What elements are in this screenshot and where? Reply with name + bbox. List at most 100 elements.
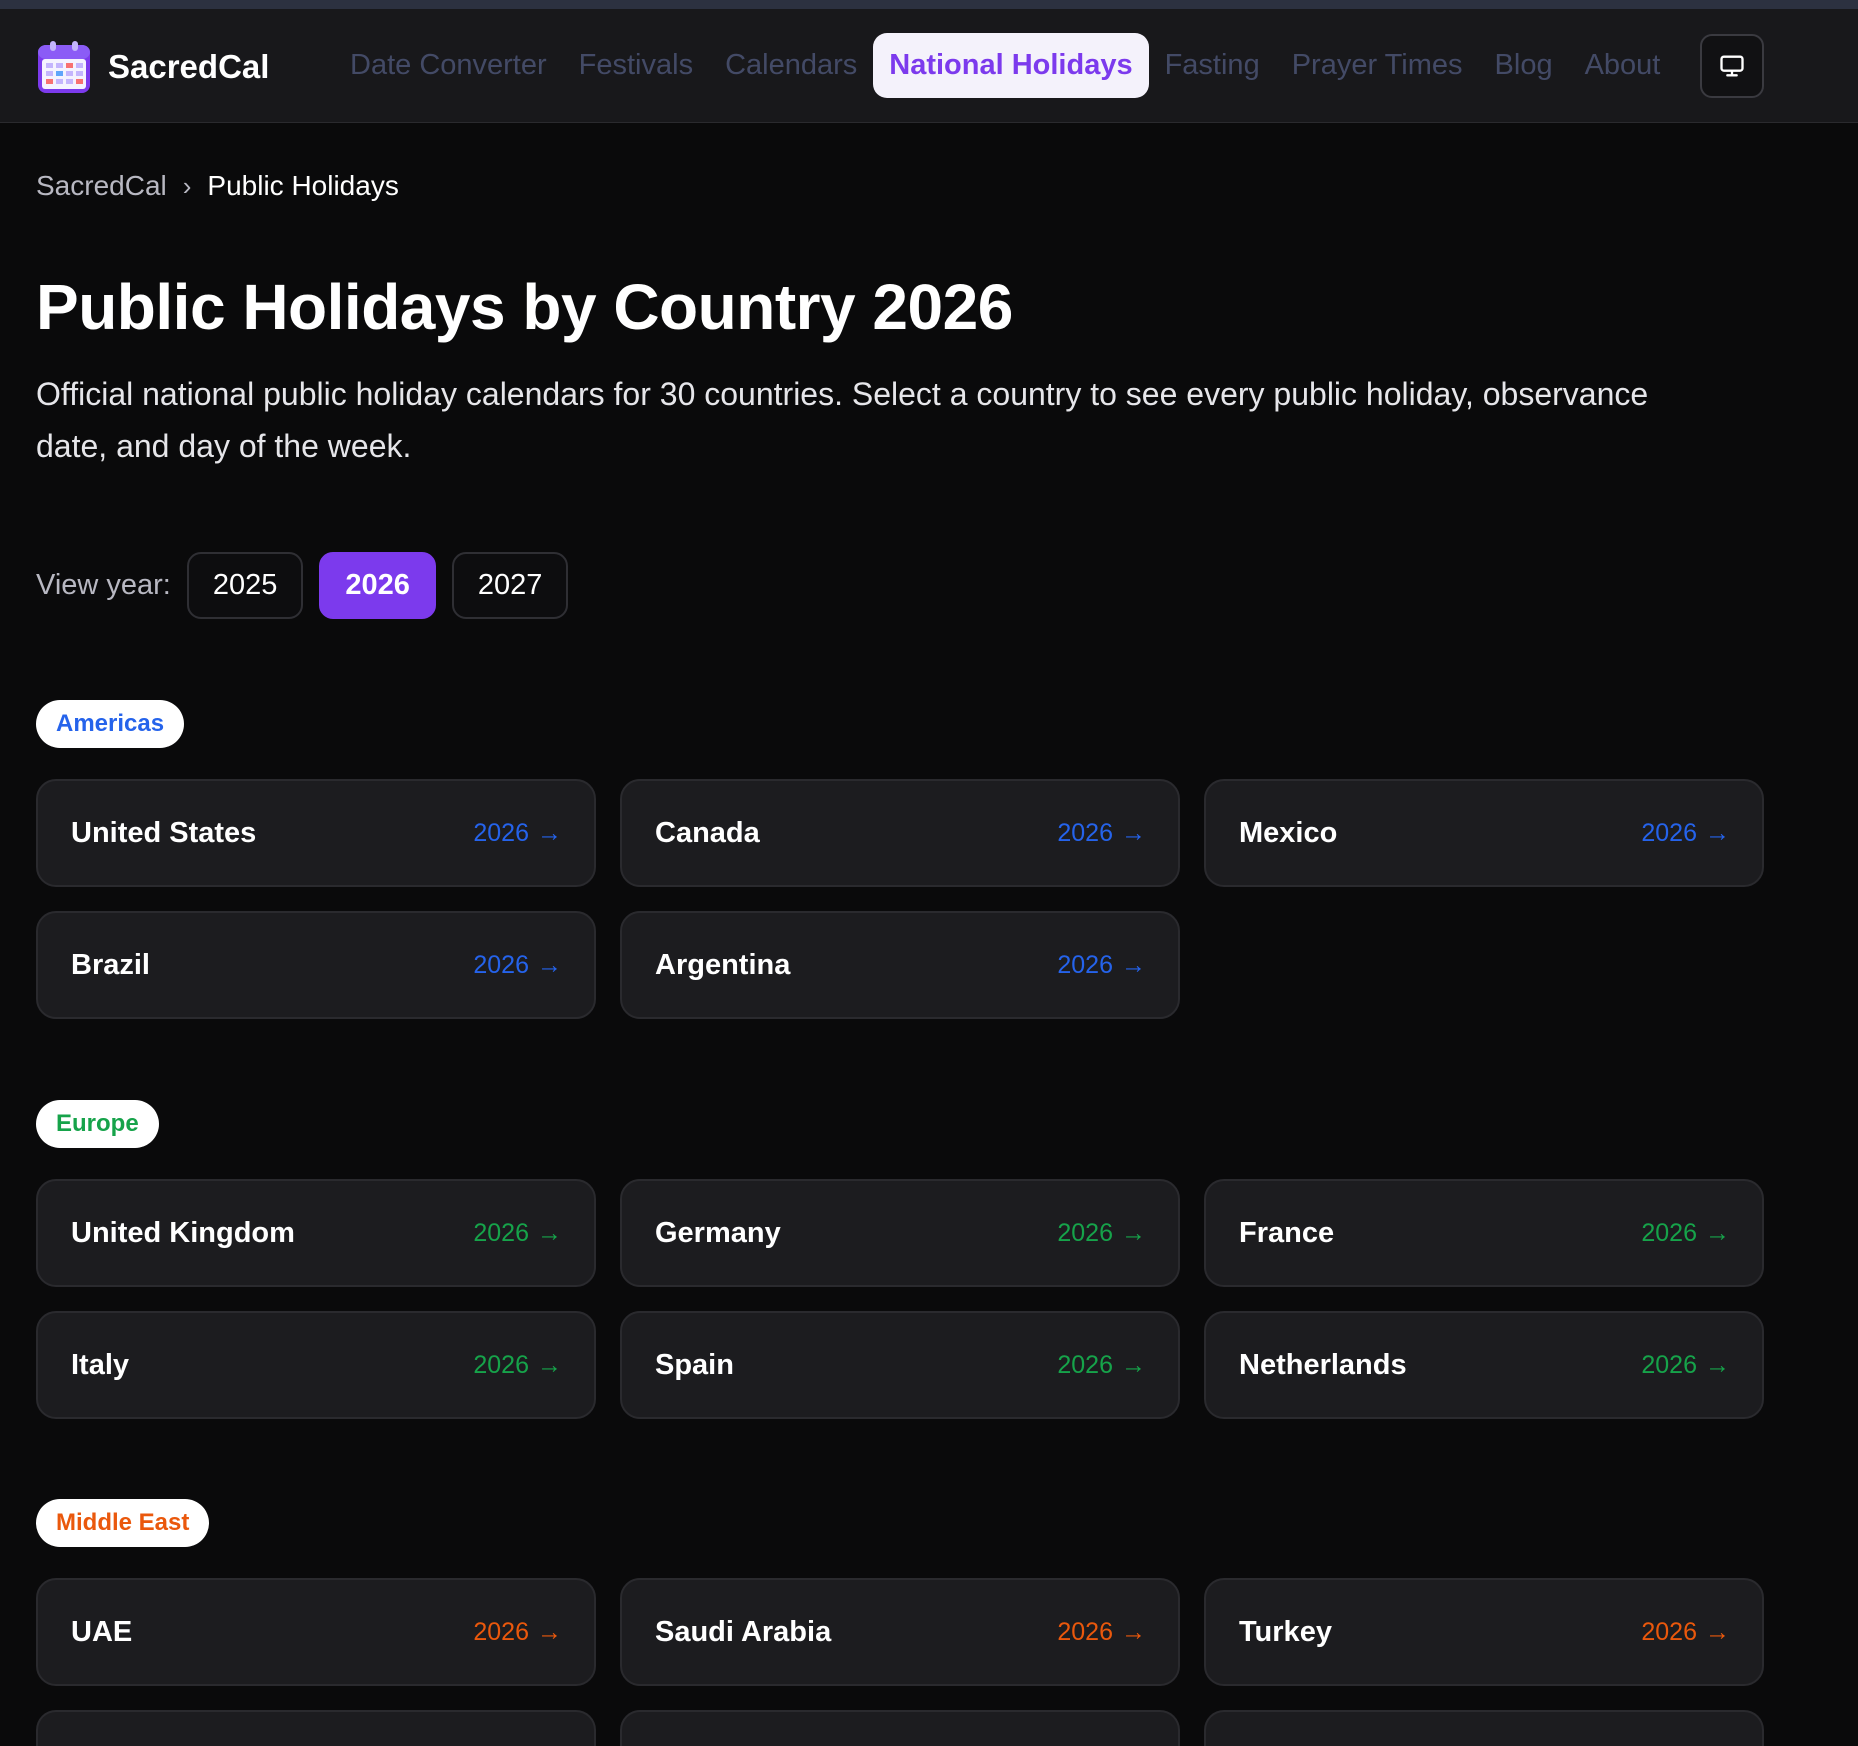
country-name: UAE <box>71 1615 133 1648</box>
page-description: Official national public holiday calenda… <box>36 376 1649 464</box>
calendar-logo-icon <box>38 41 90 93</box>
country-year: 2026 <box>1641 1218 1697 1247</box>
country-year-link: 2026 → <box>1057 1618 1146 1647</box>
country-card-brazil[interactable]: Brazil 2026 → <box>36 911 596 1019</box>
arrow-right-icon: → <box>1121 950 1146 979</box>
country-year-link: 2026 → <box>473 819 562 848</box>
country-name: Spain <box>655 1348 734 1381</box>
arrow-right-icon: → <box>1705 1218 1730 1247</box>
country-year: 2026 <box>1057 1617 1113 1646</box>
region-badge-europe: Europe <box>36 1100 159 1148</box>
country-year: 2026 <box>473 950 529 979</box>
country-year-link: 2026 → <box>473 1618 562 1647</box>
country-card-united-kingdom[interactable]: United Kingdom 2026 → <box>36 1179 596 1287</box>
country-card-partial[interactable] <box>620 1710 1180 1746</box>
country-card-netherlands[interactable]: Netherlands 2026 → <box>1204 1311 1764 1419</box>
monitor-icon <box>1720 55 1744 77</box>
country-card-mexico[interactable]: Mexico 2026 → <box>1204 779 1764 887</box>
region-badge-middle-east: Middle East <box>36 1499 210 1547</box>
breadcrumb-separator: › <box>182 170 192 201</box>
country-name: Argentina <box>655 948 791 981</box>
country-year: 2026 <box>1057 1350 1113 1379</box>
logo[interactable]: SacredCal <box>36 39 269 95</box>
country-year-link: 2026 → <box>1057 1351 1146 1380</box>
country-year-link: 2026 → <box>1641 819 1730 848</box>
nav-date-converter[interactable]: Date Converter <box>334 35 563 96</box>
country-card-france[interactable]: France 2026 → <box>1204 1179 1764 1287</box>
country-year-link: 2026 → <box>1641 1219 1730 1248</box>
country-year: 2026 <box>1641 1350 1697 1379</box>
country-name: Germany <box>655 1216 781 1249</box>
arrow-right-icon: → <box>1705 1350 1730 1379</box>
country-card-united-states[interactable]: United States 2026 → <box>36 779 596 887</box>
country-name: Netherlands <box>1239 1348 1407 1381</box>
nav-prayer-times[interactable]: Prayer Times <box>1276 35 1479 96</box>
arrow-right-icon: → <box>537 818 562 847</box>
arrow-right-icon: → <box>1121 1218 1146 1247</box>
year-button-2025[interactable]: 2025 <box>186 552 304 619</box>
country-card-turkey[interactable]: Turkey 2026 → <box>1204 1578 1764 1686</box>
country-card-germany[interactable]: Germany 2026 → <box>620 1179 1180 1287</box>
breadcrumb: SacredCal › Public Holidays <box>36 170 399 202</box>
country-name: United Kingdom <box>71 1216 295 1249</box>
nav-blog[interactable]: Blog <box>1479 35 1569 96</box>
country-card-argentina[interactable]: Argentina 2026 → <box>620 911 1180 1019</box>
country-year: 2026 <box>473 1617 529 1646</box>
nav-calendars[interactable]: Calendars <box>709 35 873 96</box>
region-badge-americas: Americas <box>36 700 185 748</box>
breadcrumb-home[interactable]: SacredCal <box>36 170 167 202</box>
nav-festivals[interactable]: Festivals <box>563 35 709 96</box>
country-name: Saudi Arabia <box>655 1615 832 1648</box>
year-selector: View year: 2025 2026 2027 <box>36 552 584 619</box>
country-name: Turkey <box>1239 1615 1332 1648</box>
nav-fasting[interactable]: Fasting <box>1149 35 1276 96</box>
arrow-right-icon: → <box>537 950 562 979</box>
year-label: View year: <box>36 569 171 601</box>
site-header: SacredCal Date Converter Festivals Calen… <box>0 9 1858 123</box>
country-name: United States <box>71 816 257 849</box>
arrow-right-icon: → <box>1705 818 1730 847</box>
year-button-2027[interactable]: 2027 <box>451 552 569 619</box>
arrow-right-icon: → <box>1121 818 1146 847</box>
country-card-partial[interactable] <box>36 1710 596 1746</box>
country-year: 2026 <box>1057 1218 1113 1247</box>
country-year: 2026 <box>473 1218 529 1247</box>
country-year-link: 2026 → <box>1057 951 1146 980</box>
arrow-right-icon: → <box>537 1350 562 1379</box>
main-nav: Date Converter Festivals Calendars Natio… <box>334 33 1676 98</box>
country-year-link: 2026 → <box>473 1219 562 1248</box>
arrow-right-icon: → <box>537 1617 562 1646</box>
breadcrumb-current: Public Holidays <box>207 170 399 201</box>
theme-toggle-button[interactable] <box>1700 34 1764 98</box>
year-button-2026[interactable]: 2026 <box>319 552 436 619</box>
country-year: 2026 <box>473 818 529 847</box>
country-year-link: 2026 → <box>473 1351 562 1380</box>
country-card-canada[interactable]: Canada 2026 → <box>620 779 1180 887</box>
country-name: Brazil <box>71 948 150 981</box>
country-card-saudi-arabia[interactable]: Saudi Arabia 2026 → <box>620 1578 1180 1686</box>
arrow-right-icon: → <box>1121 1617 1146 1646</box>
country-year: 2026 <box>1057 818 1113 847</box>
country-card-partial[interactable] <box>1204 1710 1764 1746</box>
top-accent-line <box>0 0 1858 9</box>
country-card-uae[interactable]: UAE 2026 → <box>36 1578 596 1686</box>
country-name: Canada <box>655 816 760 849</box>
country-year-link: 2026 → <box>1057 819 1146 848</box>
page-title: Public Holidays by Country 2026 <box>36 271 1013 343</box>
country-year-link: 2026 → <box>1057 1219 1146 1248</box>
country-card-spain[interactable]: Spain 2026 → <box>620 1311 1180 1419</box>
country-year-link: 2026 → <box>473 951 562 980</box>
country-year: 2026 <box>1641 1617 1697 1646</box>
country-year: 2026 <box>473 1350 529 1379</box>
country-year-link: 2026 → <box>1641 1618 1730 1647</box>
country-card-italy[interactable]: Italy 2026 → <box>36 1311 596 1419</box>
arrow-right-icon: → <box>1705 1617 1730 1646</box>
country-year: 2026 <box>1641 818 1697 847</box>
nav-national-holidays[interactable]: National Holidays <box>873 33 1149 98</box>
country-name: Mexico <box>1239 816 1338 849</box>
country-name: Italy <box>71 1348 130 1381</box>
country-year: 2026 <box>1057 950 1113 979</box>
nav-about[interactable]: About <box>1569 35 1677 96</box>
country-name: France <box>1239 1216 1335 1249</box>
arrow-right-icon: → <box>1121 1350 1146 1379</box>
